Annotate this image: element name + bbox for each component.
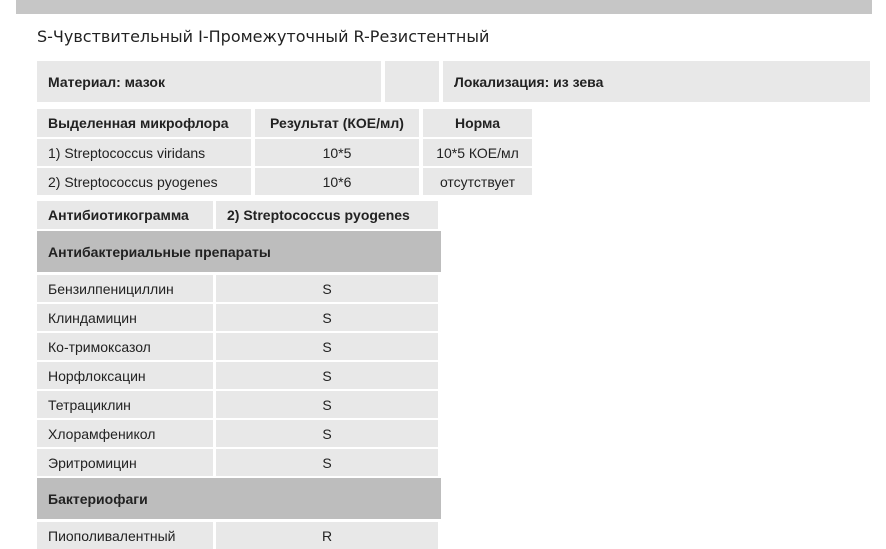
phages-section-header: Бактериофаги: [37, 478, 441, 519]
microflora-header-label: Выделенная микрофлора: [48, 115, 229, 131]
drug-row-name: Норфлоксацин: [37, 362, 213, 389]
norm-header: Норма: [423, 109, 532, 137]
antibiogram-organism: 2) Streptococcus pyogenes: [216, 201, 438, 229]
drug-row-name: Клиндамицин: [37, 304, 213, 331]
drug-row-result: S: [216, 420, 438, 447]
drug-row-name: Эритромицин: [37, 449, 213, 476]
microflora-row-2-norm: отсутствует: [423, 168, 532, 195]
phages-section-label: Бактериофаги: [48, 490, 148, 507]
drug-row-result: S: [216, 391, 438, 418]
material-cell: Материал: мазок: [37, 61, 381, 102]
localization-label: Локализация: из зева: [454, 73, 604, 90]
drug-row-result: S: [216, 333, 438, 360]
organism-name: 1) Streptococcus viridans: [48, 144, 206, 161]
drug-row-result: S: [216, 362, 438, 389]
result-value: 10*5: [322, 144, 352, 161]
norm-value: 10*5 КОЕ/мл: [436, 144, 519, 161]
microflora-row-1-norm: 10*5 КОЕ/мл: [423, 139, 532, 166]
drug-row-name: Бензилпенициллин: [37, 275, 213, 302]
norm-value: отсутствует: [439, 173, 516, 190]
drug-row-name: Ко-тримоксазол: [37, 333, 213, 360]
result-header-label: Результат (КОЕ/мл): [270, 115, 404, 131]
drug-row-result: S: [216, 449, 438, 476]
antibiogram-organism-label: 2) Streptococcus pyogenes: [227, 207, 410, 223]
norm-header-label: Норма: [455, 115, 500, 131]
result-value: 10*6: [322, 173, 352, 190]
material-label: Материал: мазок: [48, 73, 165, 90]
antibiogram-title-label: Антибиотикограмма: [48, 207, 189, 223]
result-header: Результат (КОЕ/мл): [255, 109, 419, 137]
microflora-row-1-result: 10*5: [255, 139, 419, 166]
drug-row-name: Пиополивалентный: [37, 522, 213, 549]
antibacterial-section-label: Антибактериальные препараты: [48, 243, 271, 260]
top-header-bar: [16, 0, 872, 14]
antibacterial-section-header: Антибактериальные препараты: [37, 231, 441, 272]
drug-row-result: S: [216, 304, 438, 331]
drug-row-name: Тетрациклин: [37, 391, 213, 418]
drug-row-name: Хлорамфеникол: [37, 420, 213, 447]
microflora-row-2-organism: 2) Streptococcus pyogenes: [37, 168, 251, 195]
microflora-header: Выделенная микрофлора: [37, 109, 251, 137]
info-spacer-cell: [385, 61, 439, 102]
organism-name: 2) Streptococcus pyogenes: [48, 173, 218, 190]
localization-cell: Локализация: из зева: [443, 61, 870, 102]
microflora-row-1-organism: 1) Streptococcus viridans: [37, 139, 251, 166]
microflora-row-2-result: 10*6: [255, 168, 419, 195]
antibiogram-title: Антибиотикограмма: [37, 201, 213, 229]
sensitivity-legend: S-Чувствительный I-Промежуточный R-Резис…: [37, 27, 490, 46]
drug-row-result: S: [216, 275, 438, 302]
drug-row-result: R: [216, 522, 438, 549]
